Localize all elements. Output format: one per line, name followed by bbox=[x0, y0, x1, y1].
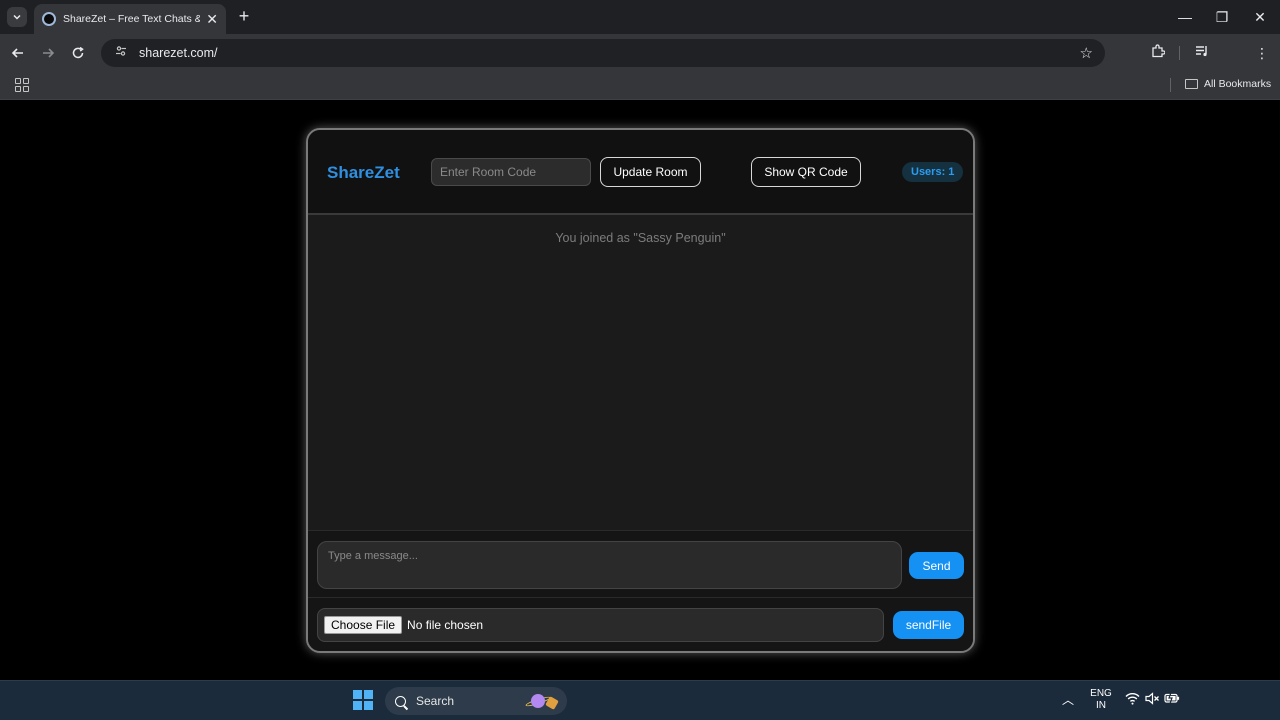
brand-logo: ShareZet bbox=[327, 163, 400, 182]
all-bookmarks-label: All Bookmarks bbox=[1204, 78, 1272, 90]
chevron-down-icon bbox=[13, 14, 21, 20]
message-compose-row: Send bbox=[308, 530, 973, 598]
site-info-icon[interactable] bbox=[113, 45, 129, 61]
taskbar-search-label: Search bbox=[416, 694, 455, 708]
wifi-icon[interactable] bbox=[1124, 692, 1140, 708]
browser-tab-strip: ShareZet – Free Text Chats & File Sharin… bbox=[0, 0, 1280, 34]
bookmarks-bar: All Bookmarks bbox=[0, 72, 1280, 100]
address-bar[interactable]: sharezet.com/ ☆ bbox=[101, 39, 1105, 67]
arrow-right-icon bbox=[43, 48, 55, 58]
chevron-up-icon[interactable]: ︿ bbox=[1062, 691, 1074, 708]
bookmark-star-icon[interactable]: ☆ bbox=[1080, 44, 1093, 62]
file-share-row: Choose File No file chosen sendFile bbox=[308, 598, 973, 651]
reload-icon bbox=[72, 46, 84, 59]
sharezet-app-panel: ShareZet Update Room Show QR Code Users:… bbox=[306, 128, 975, 653]
choose-file-button[interactable]: Choose File bbox=[324, 616, 403, 634]
search-icon bbox=[395, 695, 406, 707]
input-language-indicator[interactable]: ENG IN bbox=[1089, 688, 1113, 712]
message-input[interactable] bbox=[317, 541, 902, 589]
restore-window-button[interactable]: ❐ bbox=[1210, 6, 1234, 28]
close-window-button[interactable]: ✕ bbox=[1248, 6, 1272, 28]
send-button[interactable]: Send bbox=[909, 552, 964, 579]
browser-toolbar: sharezet.com/ ☆ ⋮ bbox=[0, 34, 1280, 72]
bookmarks-separator bbox=[1170, 78, 1171, 92]
new-tab-button[interactable]: + bbox=[234, 6, 254, 26]
all-bookmarks-button[interactable]: All Bookmarks bbox=[1185, 78, 1271, 90]
arrow-left-icon bbox=[11, 48, 23, 58]
room-code-input[interactable] bbox=[431, 158, 591, 186]
site-favicon-icon bbox=[42, 12, 56, 26]
volume-muted-icon[interactable] bbox=[1144, 692, 1160, 708]
folder-icon bbox=[1185, 79, 1198, 89]
tab-search-button[interactable] bbox=[7, 7, 27, 27]
taskbar-search[interactable]: Search bbox=[385, 687, 567, 715]
back-button[interactable] bbox=[7, 42, 29, 64]
apps-grid-icon[interactable] bbox=[15, 78, 29, 92]
users-count-badge: Users: 1 bbox=[902, 162, 964, 182]
show-qr-code-button[interactable]: Show QR Code bbox=[751, 157, 861, 187]
send-file-button[interactable]: sendFile bbox=[893, 611, 964, 639]
region-code: IN bbox=[1096, 700, 1106, 711]
app-header: ShareZet Update Room Show QR Code Users:… bbox=[308, 130, 973, 215]
extensions-icon[interactable] bbox=[1148, 43, 1168, 63]
system-message: You joined as "Sassy Penguin" bbox=[555, 231, 726, 245]
browser-menu-icon[interactable]: ⋮ bbox=[1252, 43, 1272, 63]
forward-button[interactable] bbox=[37, 42, 59, 64]
chat-messages-area[interactable]: You joined as "Sassy Penguin" bbox=[308, 217, 973, 530]
tab-title: ShareZet – Free Text Chats & File Sharin… bbox=[63, 13, 200, 25]
search-highlight-icon bbox=[524, 692, 559, 710]
reload-button[interactable] bbox=[67, 42, 89, 64]
file-input[interactable]: Choose File No file chosen bbox=[317, 608, 884, 642]
browser-tab-active[interactable]: ShareZet – Free Text Chats & File Sharin… bbox=[34, 4, 226, 34]
file-status-text: No file chosen bbox=[407, 618, 484, 632]
battery-charging-icon[interactable] bbox=[1164, 692, 1180, 708]
update-room-button[interactable]: Update Room bbox=[600, 157, 701, 187]
minimize-window-button[interactable]: — bbox=[1173, 6, 1197, 28]
windows-taskbar: Search ︿ ENG IN bbox=[0, 680, 1280, 720]
media-controls-icon[interactable] bbox=[1192, 43, 1212, 63]
tab-close-icon[interactable]: ✕ bbox=[206, 12, 218, 26]
toolbar-separator bbox=[1179, 46, 1180, 60]
windows-start-icon[interactable] bbox=[353, 690, 373, 710]
url-text[interactable]: sharezet.com/ bbox=[139, 46, 1080, 60]
language-code: ENG bbox=[1090, 688, 1112, 699]
page-viewport: ShareZet Update Room Show QR Code Users:… bbox=[0, 101, 1280, 680]
